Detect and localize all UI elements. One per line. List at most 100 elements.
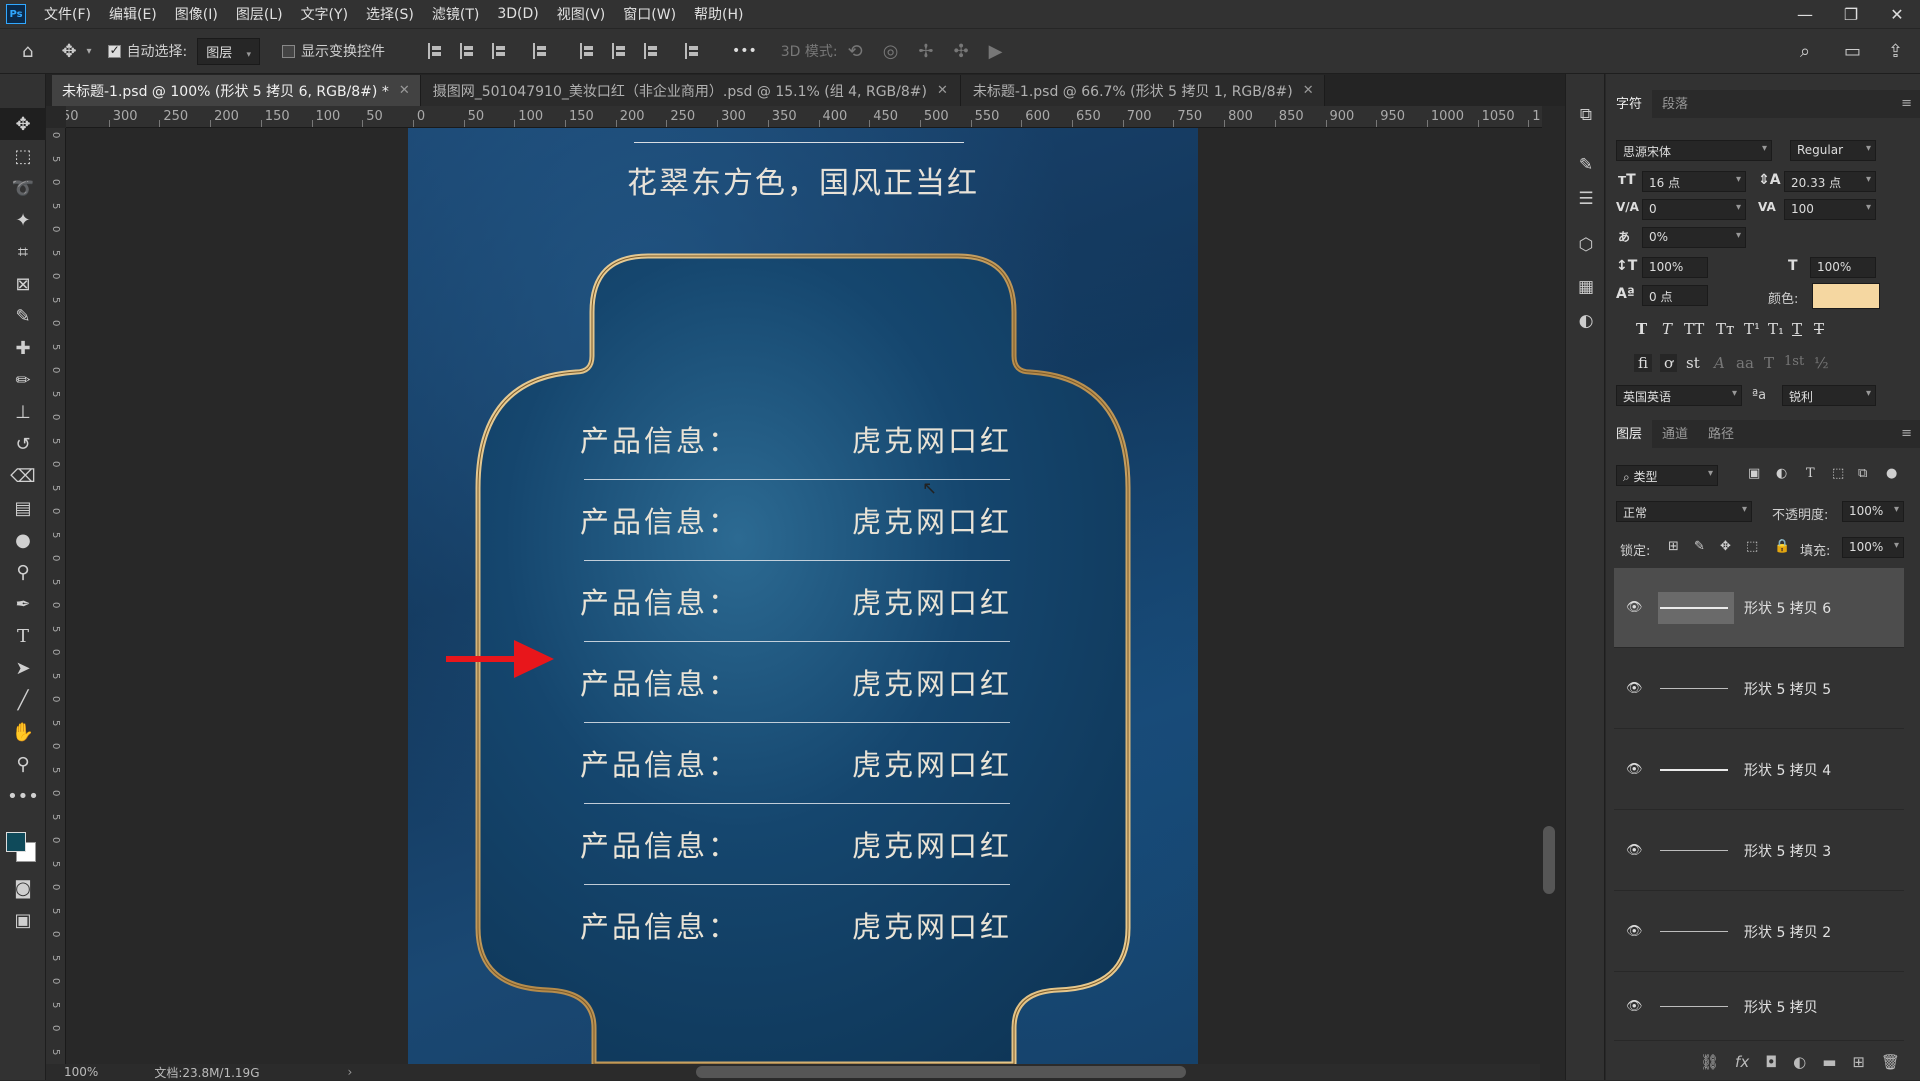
font-family-select[interactable]: 思源宋体 ▾ <box>1616 140 1772 161</box>
move-tool-icon[interactable]: ✥ <box>0 108 46 140</box>
canvas-workspace[interactable]: 花翠东方色，国风正当红 产品信息： 虎克网口红 产品信息： 虎克网口红 产品信息… <box>66 128 1540 1064</box>
info-row[interactable]: 产品信息： 虎克网口红 <box>580 499 1012 539</box>
gradient-tool-icon[interactable]: ▤ <box>0 492 46 524</box>
vertical-scale-field[interactable]: 100% <box>1642 257 1708 278</box>
move-tool-icon[interactable]: ✥ <box>61 41 76 62</box>
fill-field[interactable]: 100% ▾ <box>1842 537 1904 558</box>
visibility-eye-icon[interactable]: 👁 <box>1626 924 1644 939</box>
filter-adjustment-icon[interactable]: ◐ <box>1776 466 1787 481</box>
info-row[interactable]: 产品信息： 虎克网口红 <box>580 661 1012 701</box>
line-tool-icon[interactable]: ╱ <box>0 684 46 716</box>
menu-select[interactable]: 选择(S) <box>366 4 414 24</box>
menu-image[interactable]: 图像(I) <box>175 4 218 24</box>
crop-tool-icon[interactable]: ⌗ <box>0 236 46 268</box>
row-divider-line[interactable] <box>584 479 1010 480</box>
layer-row[interactable]: 👁 形状 5 拷贝 6 <box>1614 568 1904 648</box>
pen-tool-icon[interactable]: ✒ <box>0 588 46 620</box>
tracking-field[interactable]: 100 ▾ <box>1784 199 1876 220</box>
tool-preset-chevron-icon[interactable]: ▾ <box>87 46 92 57</box>
menu-file[interactable]: 文件(F) <box>44 4 91 24</box>
align-right-icon[interactable] <box>491 43 506 59</box>
auto-select-checkbox[interactable] <box>107 43 121 58</box>
color-icon[interactable]: ◐ <box>1566 304 1606 338</box>
menu-filter[interactable]: 滤镜(T) <box>432 4 479 24</box>
font-size-field[interactable]: 16 点 ▾ <box>1642 171 1746 192</box>
row-divider-line[interactable] <box>584 722 1010 723</box>
close-icon[interactable]: ✕ <box>1874 0 1920 28</box>
layer-style-fx-icon[interactable]: fx <box>1735 1053 1749 1071</box>
visibility-eye-icon[interactable]: 👁 <box>1626 681 1644 696</box>
lock-position-icon[interactable]: ✥ <box>1720 539 1731 554</box>
doc-size[interactable]: 文档:23.8M/1.19G <box>154 1064 259 1081</box>
3d-pan-icon[interactable]: ✢ <box>918 41 933 62</box>
visibility-eye-icon[interactable]: 👁 <box>1626 600 1644 615</box>
brush-settings-icon[interactable]: ✎ <box>1566 148 1606 182</box>
subscript-button[interactable]: T₁ <box>1768 320 1784 338</box>
doc-tab-3[interactable]: 未标题-1.psd @ 66.7% (形状 5 拷贝 1, RGB/8#) ✕ <box>960 75 1325 106</box>
brush-tool-icon[interactable]: ✏ <box>0 364 46 396</box>
small-caps-button[interactable]: Tт <box>1716 320 1734 338</box>
kerning-field[interactable]: 0 ▾ <box>1642 199 1746 220</box>
menu-3d[interactable]: 3D(D) <box>497 6 538 22</box>
info-row[interactable]: 产品信息： 虎克网口红 <box>580 418 1012 458</box>
row-divider-line[interactable] <box>584 641 1010 642</box>
faux-bold-button[interactable]: T <box>1636 320 1647 338</box>
blur-tool-icon[interactable]: ● <box>0 524 46 556</box>
lock-all-icon[interactable]: 🔒 <box>1774 539 1790 554</box>
hand-tool-icon[interactable]: ✋ <box>0 716 46 748</box>
menu-window[interactable]: 窗口(W) <box>623 4 676 24</box>
filter-type-icon[interactable]: T <box>1806 466 1815 481</box>
dodge-tool-icon[interactable]: ⚲ <box>0 556 46 588</box>
distribute-icon[interactable] <box>532 43 547 59</box>
info-row[interactable]: 产品信息： 虎克网口红 <box>580 580 1012 620</box>
visibility-eye-icon[interactable]: 👁 <box>1626 762 1644 777</box>
add-mask-icon[interactable]: ◘ <box>1765 1053 1777 1071</box>
more-options-button[interactable]: ••• <box>732 43 757 59</box>
lasso-tool-icon[interactable]: ➰ <box>0 172 46 204</box>
doc-tab-1[interactable]: 未标题-1.psd @ 100% (形状 5 拷贝 6, RGB/8#) * ✕ <box>52 75 421 106</box>
tab-paths[interactable]: 路径 <box>1698 417 1744 448</box>
layer-name[interactable]: 形状 5 拷贝 <box>1744 997 1818 1017</box>
layer-name[interactable]: 形状 5 拷贝 3 <box>1744 841 1831 861</box>
swash-button[interactable]: A <box>1714 354 1725 372</box>
antialias-select[interactable]: 锐利 ▾ <box>1782 385 1876 406</box>
align-vcenter-icon[interactable] <box>611 43 626 59</box>
screen-mode-icon[interactable]: ▣ <box>0 904 46 936</box>
doc-tab-2[interactable]: 摄图网_501047910_美妆口红（非企业商用）.psd @ 15.1% (组… <box>420 75 961 106</box>
filter-pixel-icon[interactable]: ▣ <box>1748 466 1760 481</box>
share-icon[interactable]: ⇪ <box>1888 41 1903 62</box>
strikethrough-button[interactable]: T <box>1814 320 1824 338</box>
path-selection-tool-icon[interactable]: ➤ <box>0 652 46 684</box>
panel-menu-icon[interactable]: ≡ <box>1901 426 1912 441</box>
layer-name[interactable]: 形状 5 拷贝 4 <box>1744 760 1831 780</box>
row-divider-line[interactable] <box>584 884 1010 885</box>
home-icon[interactable]: ⌂ <box>22 41 33 62</box>
document-canvas[interactable]: 花翠东方色，国风正当红 产品信息： 虎克网口红 产品信息： 虎克网口红 产品信息… <box>408 128 1198 1064</box>
row-divider-line[interactable] <box>584 803 1010 804</box>
faux-italic-button[interactable]: T <box>1662 320 1672 338</box>
vertical-scrollbar[interactable] <box>1543 826 1555 894</box>
opacity-field[interactable]: 100% ▾ <box>1842 501 1904 522</box>
zoom-level[interactable]: 100% <box>64 1065 98 1079</box>
lock-artboard-icon[interactable]: ⬚ <box>1746 539 1758 554</box>
magic-wand-tool-icon[interactable]: ✦ <box>0 204 46 236</box>
info-row[interactable]: 产品信息： 虎克网口红 <box>580 904 1012 944</box>
menu-edit[interactable]: 编辑(E) <box>109 4 157 24</box>
blend-mode-select[interactable]: 正常 ▾ <box>1616 501 1752 522</box>
visibility-eye-icon[interactable]: 👁 <box>1626 999 1644 1014</box>
type-tool-icon[interactable]: T <box>0 620 46 652</box>
layer-row[interactable]: 👁 形状 5 拷贝 3 <box>1614 811 1904 891</box>
eyedropper-tool-icon[interactable]: ✎ <box>0 300 46 332</box>
search-icon[interactable]: ⌕ <box>1800 41 1810 62</box>
underline-button[interactable]: T <box>1792 320 1802 338</box>
ligature-button[interactable]: fi <box>1634 354 1653 372</box>
properties-icon[interactable]: ▦ <box>1566 270 1606 304</box>
tsume-field[interactable]: 0% ▾ <box>1642 227 1746 248</box>
workspace-icon[interactable]: ▭ <box>1844 41 1861 62</box>
layer-name[interactable]: 形状 5 拷贝 6 <box>1744 598 1831 618</box>
new-layer-icon[interactable]: ⊞ <box>1852 1053 1865 1071</box>
menu-help[interactable]: 帮助(H) <box>694 4 743 24</box>
ordinals-button[interactable]: 1st <box>1784 354 1804 369</box>
filter-toggle-icon[interactable]: ● <box>1886 466 1897 481</box>
frame-tool-icon[interactable]: ⊠ <box>0 268 46 300</box>
